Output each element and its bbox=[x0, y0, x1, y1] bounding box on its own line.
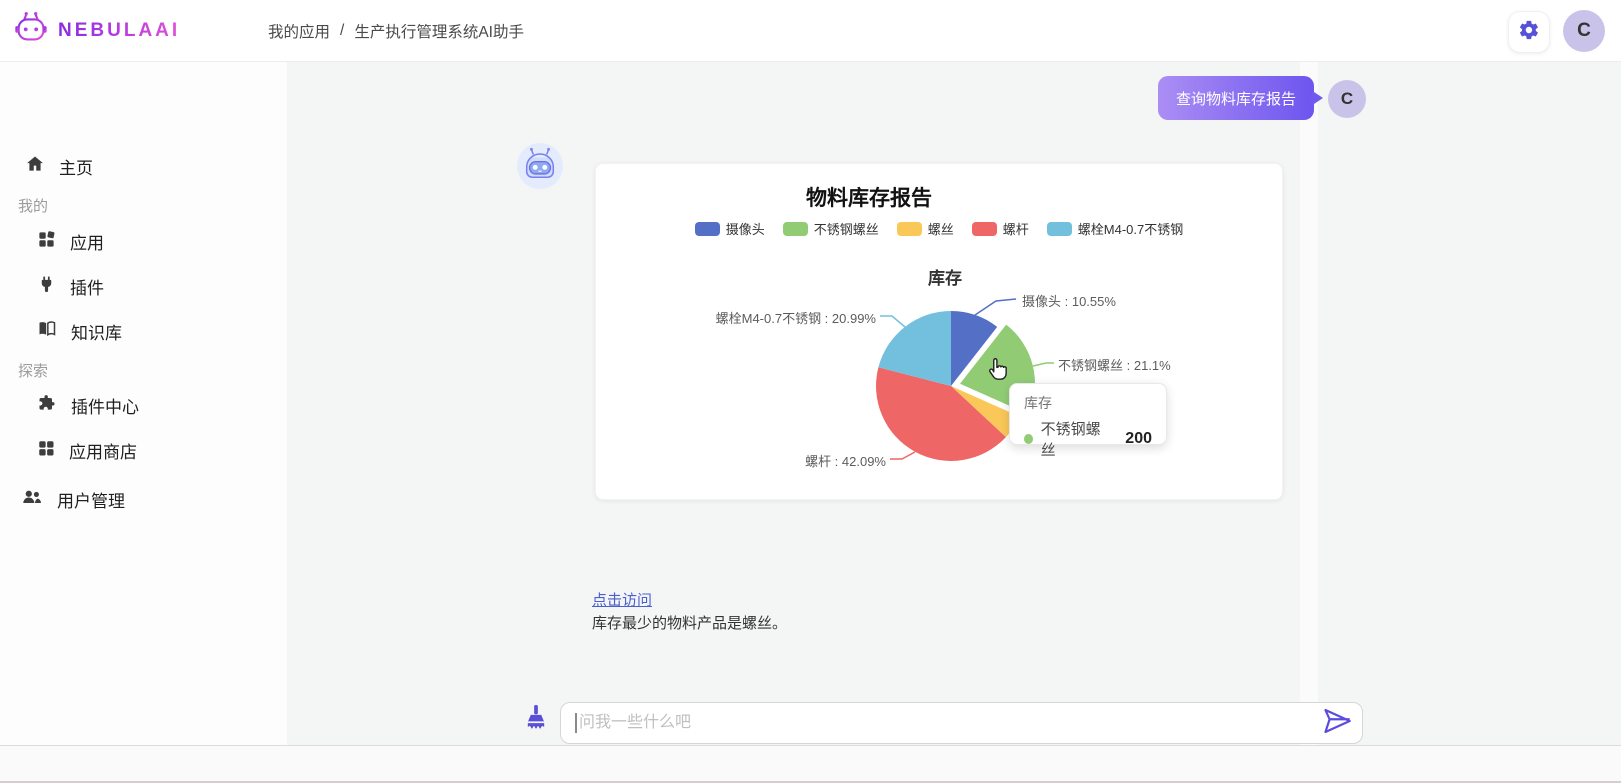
sidebar-item-knowledge-base[interactable]: 知识库 bbox=[37, 319, 122, 344]
breadcrumb-parent[interactable]: 我的应用 bbox=[268, 20, 330, 42]
app-root: NEBULAAI 我的应用 / 生产执行管理系统AI助手 C 主页 我的 bbox=[0, 0, 1621, 783]
visit-link[interactable]: 点击访问 bbox=[592, 589, 652, 610]
sidebar-item-label: 应用 bbox=[70, 229, 104, 254]
breadcrumb-current: 生产执行管理系统AI助手 bbox=[354, 20, 524, 42]
assistant-summary-text: 库存最少的物料产品是螺丝。 bbox=[592, 612, 787, 633]
robot-avatar-icon bbox=[521, 145, 559, 188]
app-store-icon bbox=[37, 439, 55, 462]
label-line-stainless-screw bbox=[1033, 363, 1054, 366]
pie-callout-screw-rod: 螺杆 : 42.09% bbox=[805, 451, 886, 470]
pie-chart bbox=[596, 164, 1284, 501]
label-line-camera bbox=[975, 299, 1016, 315]
send-plane-icon bbox=[1322, 708, 1352, 739]
sidebar-item-plugin-center[interactable]: 插件中心 bbox=[37, 393, 139, 418]
tooltip-item-name: 不锈钢螺丝 bbox=[1041, 418, 1106, 460]
gear-icon bbox=[1518, 19, 1540, 46]
broom-icon bbox=[522, 723, 550, 740]
home-icon bbox=[25, 154, 45, 179]
settings-button[interactable] bbox=[1508, 11, 1550, 53]
sidebar-item-user-management[interactable]: 用户管理 bbox=[21, 486, 125, 513]
assistant-avatar bbox=[517, 143, 563, 189]
sidebar-item-label: 用户管理 bbox=[57, 487, 125, 512]
chat-input[interactable] bbox=[579, 703, 1299, 742]
label-line-screw-rod bbox=[890, 452, 915, 459]
label-line-bolt bbox=[880, 316, 905, 327]
users-icon bbox=[21, 486, 43, 513]
pie-callout-stainless-screw: 不锈钢螺丝 : 21.1% bbox=[1058, 355, 1171, 374]
user-message-bubble: 查询物料库存报告 bbox=[1158, 76, 1314, 120]
clear-chat-button[interactable] bbox=[522, 702, 550, 741]
apps-icon bbox=[37, 230, 56, 254]
sidebar-section-my: 我的 bbox=[18, 195, 48, 216]
bottom-strip bbox=[0, 745, 1621, 783]
user-message-avatar: C bbox=[1328, 80, 1366, 118]
sidebar-item-label: 知识库 bbox=[71, 319, 122, 344]
sidebar-item-label: 主页 bbox=[59, 154, 93, 179]
sidebar: 主页 我的 应用 插件 bbox=[0, 62, 287, 745]
chat-input-container bbox=[560, 702, 1363, 744]
sidebar-item-label: 插件中心 bbox=[71, 393, 139, 418]
tooltip-marker-dot bbox=[1024, 434, 1033, 444]
tooltip-series-name: 库存 bbox=[1024, 393, 1152, 413]
sidebar-item-apps[interactable]: 应用 bbox=[37, 229, 104, 254]
mouse-cursor-hand-icon bbox=[984, 357, 1010, 388]
text-caret bbox=[575, 713, 577, 733]
breadcrumb: 我的应用 / 生产执行管理系统AI助手 bbox=[268, 0, 524, 62]
pie-callout-bolt: 螺栓M4-0.7不锈钢 : 20.99% bbox=[716, 308, 876, 327]
chart-tooltip: 库存 不锈钢螺丝 200 bbox=[1009, 383, 1167, 445]
pie-callout-camera: 摄像头 : 10.55% bbox=[1022, 291, 1116, 310]
sidebar-item-label: 插件 bbox=[70, 274, 104, 299]
plug-icon bbox=[37, 275, 56, 299]
inventory-report-card: 物料库存报告 摄像头 不锈钢螺丝 螺丝 螺杆 螺栓M4-0.7不锈钢 bbox=[595, 163, 1283, 500]
robot-logo-icon bbox=[12, 9, 50, 52]
book-icon bbox=[37, 319, 57, 344]
header: NEBULAAI 我的应用 / 生产执行管理系统AI助手 C bbox=[0, 0, 1621, 62]
breadcrumb-separator: / bbox=[340, 22, 344, 40]
sidebar-item-home[interactable]: 主页 bbox=[25, 154, 93, 179]
scrollbar-track[interactable] bbox=[1300, 62, 1318, 745]
logo[interactable]: NEBULAAI bbox=[12, 9, 180, 52]
sidebar-item-label: 应用商店 bbox=[69, 438, 137, 463]
user-avatar[interactable]: C bbox=[1563, 10, 1605, 52]
sidebar-item-plugins[interactable]: 插件 bbox=[37, 274, 104, 299]
sidebar-section-explore: 探索 bbox=[18, 360, 48, 381]
logo-text: NEBULAAI bbox=[58, 20, 180, 42]
sidebar-item-app-store[interactable]: 应用商店 bbox=[37, 438, 137, 463]
puzzle-icon bbox=[37, 393, 57, 418]
send-button[interactable] bbox=[1320, 709, 1354, 737]
tooltip-item-value: 200 bbox=[1125, 430, 1152, 448]
